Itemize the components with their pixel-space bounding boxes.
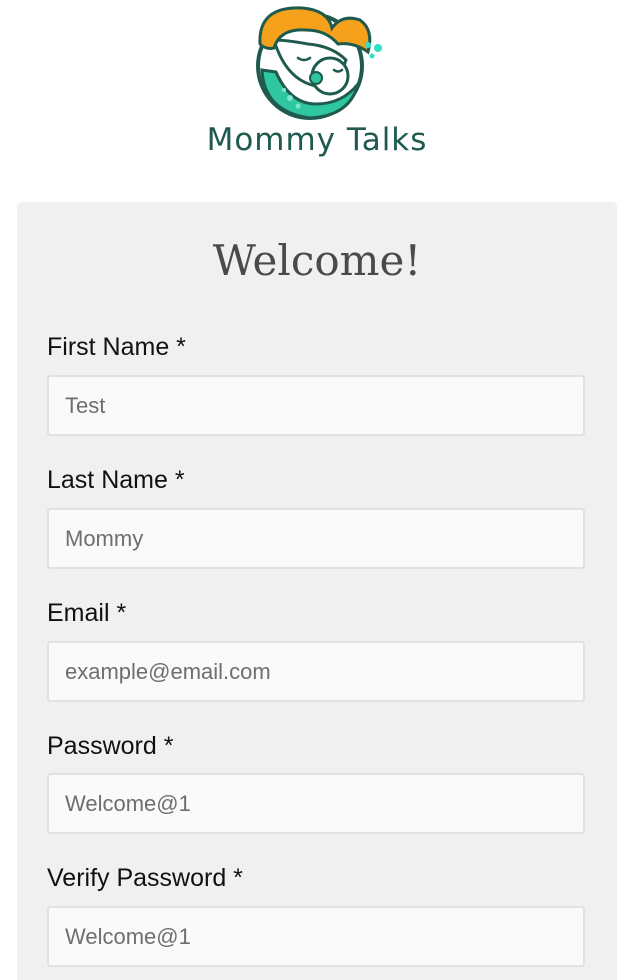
first-name-input[interactable] — [47, 375, 585, 436]
first-name-label: First Name * — [47, 333, 186, 361]
last-name-label: Last Name * — [47, 466, 185, 494]
email-label: Email * — [47, 599, 127, 627]
email-input[interactable] — [47, 641, 585, 702]
form-title: Welcome! — [212, 236, 422, 285]
verify-password-input[interactable] — [47, 906, 585, 967]
verify-password-label: Verify Password * — [47, 864, 243, 892]
last-name-input[interactable] — [47, 508, 585, 569]
brand-name: Mommy Talks — [206, 122, 428, 158]
password-input[interactable] — [47, 773, 585, 834]
mommy-talks-logo-icon — [256, 6, 382, 120]
signup-form-card: Welcome! First Name * Last Name * Email … — [17, 202, 617, 980]
signup-page: Mommy Talks Welcome! First Name * Last N… — [0, 0, 634, 980]
password-label: Password * — [47, 732, 174, 760]
header: Mommy Talks — [0, 0, 634, 175]
